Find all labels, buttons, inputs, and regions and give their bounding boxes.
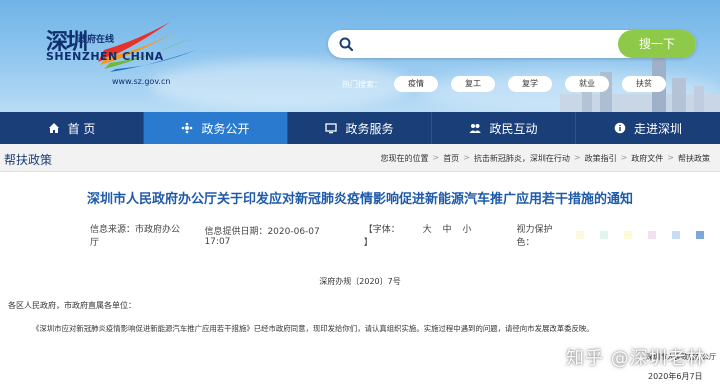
info-date: 信息提供日期：2020-06-07 17:07 [204, 226, 320, 247]
monitor-icon [325, 123, 338, 134]
page: 深圳 政府在线 SHENZHEN CHINA www.sz.gov.cn 搜一下… [0, 0, 720, 390]
document-number: 深府办规〔2020〕7号 [319, 277, 401, 286]
font-medium-button[interactable]: 中 [443, 225, 452, 235]
color-swatch[interactable] [600, 231, 609, 239]
nav-item-services[interactable]: 政务服务 [288, 112, 432, 144]
article-meta: 信息来源：市政府办公厅 信息提供日期：2020-06-07 17:07 【字体：… [90, 222, 720, 248]
watermark: 知乎 @深圳老林 [566, 348, 706, 369]
article-title: 深圳市人民政府办公厅关于印发应对新冠肺炎疫情影响促进新能源汽车推广应用若干措施的… [86, 192, 633, 207]
home-icon [48, 123, 59, 133]
nav-item-label: 政民互动 [489, 121, 538, 136]
hot-tag[interactable]: 疫情 [394, 76, 438, 92]
font-small-button[interactable]: 小 [462, 225, 471, 235]
font-size-bracket: 】 [363, 238, 373, 248]
breadcrumb-item[interactable]: 帮扶政策 [678, 153, 710, 164]
breadcrumb: 您现在的位置 > 首页 > 抗击新冠肺炎，深圳在行动 > 政策指引 > 政府文件… [380, 153, 710, 164]
logo-url: www.sz.gov.cn [112, 77, 171, 86]
salutation: 各区人民政府，市政府直属各单位： [8, 301, 136, 310]
font-size-control: 【字体： 大 中 小 】 [364, 222, 503, 248]
nav-item-about-shenzhen[interactable]: 走进深圳 [576, 112, 720, 144]
open-affairs-icon [182, 122, 193, 134]
hot-tag[interactable]: 复学 [508, 76, 552, 92]
breadcrumb-bar: 帮扶政策 您现在的位置 > 首页 > 抗击新冠肺炎，深圳在行动 > 政策指引 >… [0, 144, 720, 172]
breadcrumb-item[interactable]: 抗击新冠肺炎，深圳在行动 [474, 153, 570, 164]
search-button[interactable]: 搜一下 [618, 30, 696, 58]
nav-item-open-affairs[interactable]: 政务公开 [144, 112, 288, 144]
article-body: 《深圳市应对新冠肺炎疫情影响促进新能源汽车推广应用若干措施》已经市政府同意，现印… [32, 324, 594, 333]
info-icon [614, 122, 626, 134]
vision-protect-label: 视力保护色： [516, 225, 553, 248]
nav-item-home[interactable]: 首 页 [0, 112, 144, 144]
hot-search-label: 热门搜索： [342, 80, 382, 89]
search-icon [339, 37, 354, 52]
site-header: 深圳 政府在线 SHENZHEN CHINA www.sz.gov.cn 搜一下… [0, 0, 720, 112]
nav-item-label: 走进深圳 [633, 121, 682, 136]
hot-tag[interactable]: 扶贫 [622, 76, 666, 92]
color-swatch[interactable] [576, 231, 585, 239]
nav-item-label: 首 页 [67, 121, 96, 136]
people-icon [469, 124, 482, 133]
info-source: 信息来源：市政府办公厅 [90, 225, 181, 248]
hot-tag[interactable]: 复工 [451, 76, 495, 92]
color-swatch[interactable] [696, 231, 704, 239]
font-size-label: 【字体： [363, 225, 400, 235]
search-input[interactable] [360, 34, 610, 54]
nav-item-interaction[interactable]: 政民互动 [432, 112, 576, 144]
main-nav: 首 页 政务公开 政务服务 政民互动 走进深圳 [0, 112, 720, 144]
color-swatch[interactable] [648, 231, 657, 239]
breadcrumb-item[interactable]: 首页 [443, 153, 459, 164]
font-large-button[interactable]: 大 [423, 225, 432, 235]
nav-item-label: 政务服务 [345, 121, 394, 136]
site-logo[interactable]: 深圳 政府在线 SHENZHEN CHINA www.sz.gov.cn [20, 10, 200, 86]
breadcrumb-item[interactable]: 政府文件 [631, 153, 663, 164]
color-swatch[interactable] [672, 231, 681, 239]
logo-english-text: SHENZHEN CHINA [46, 50, 164, 63]
logo-subtitle: 政府在线 [78, 35, 115, 45]
nav-item-label: 政务公开 [201, 121, 250, 136]
search-bar: 搜一下 [328, 30, 696, 58]
signature-date: 2020年6月7日 [648, 372, 703, 381]
breadcrumb-item[interactable]: 政策指引 [585, 153, 617, 164]
hot-tag[interactable]: 就业 [565, 76, 609, 92]
breadcrumb-location-label: 您现在的位置 [380, 154, 429, 163]
color-swatch[interactable] [624, 231, 633, 239]
section-title: 帮扶政策 [4, 153, 53, 167]
